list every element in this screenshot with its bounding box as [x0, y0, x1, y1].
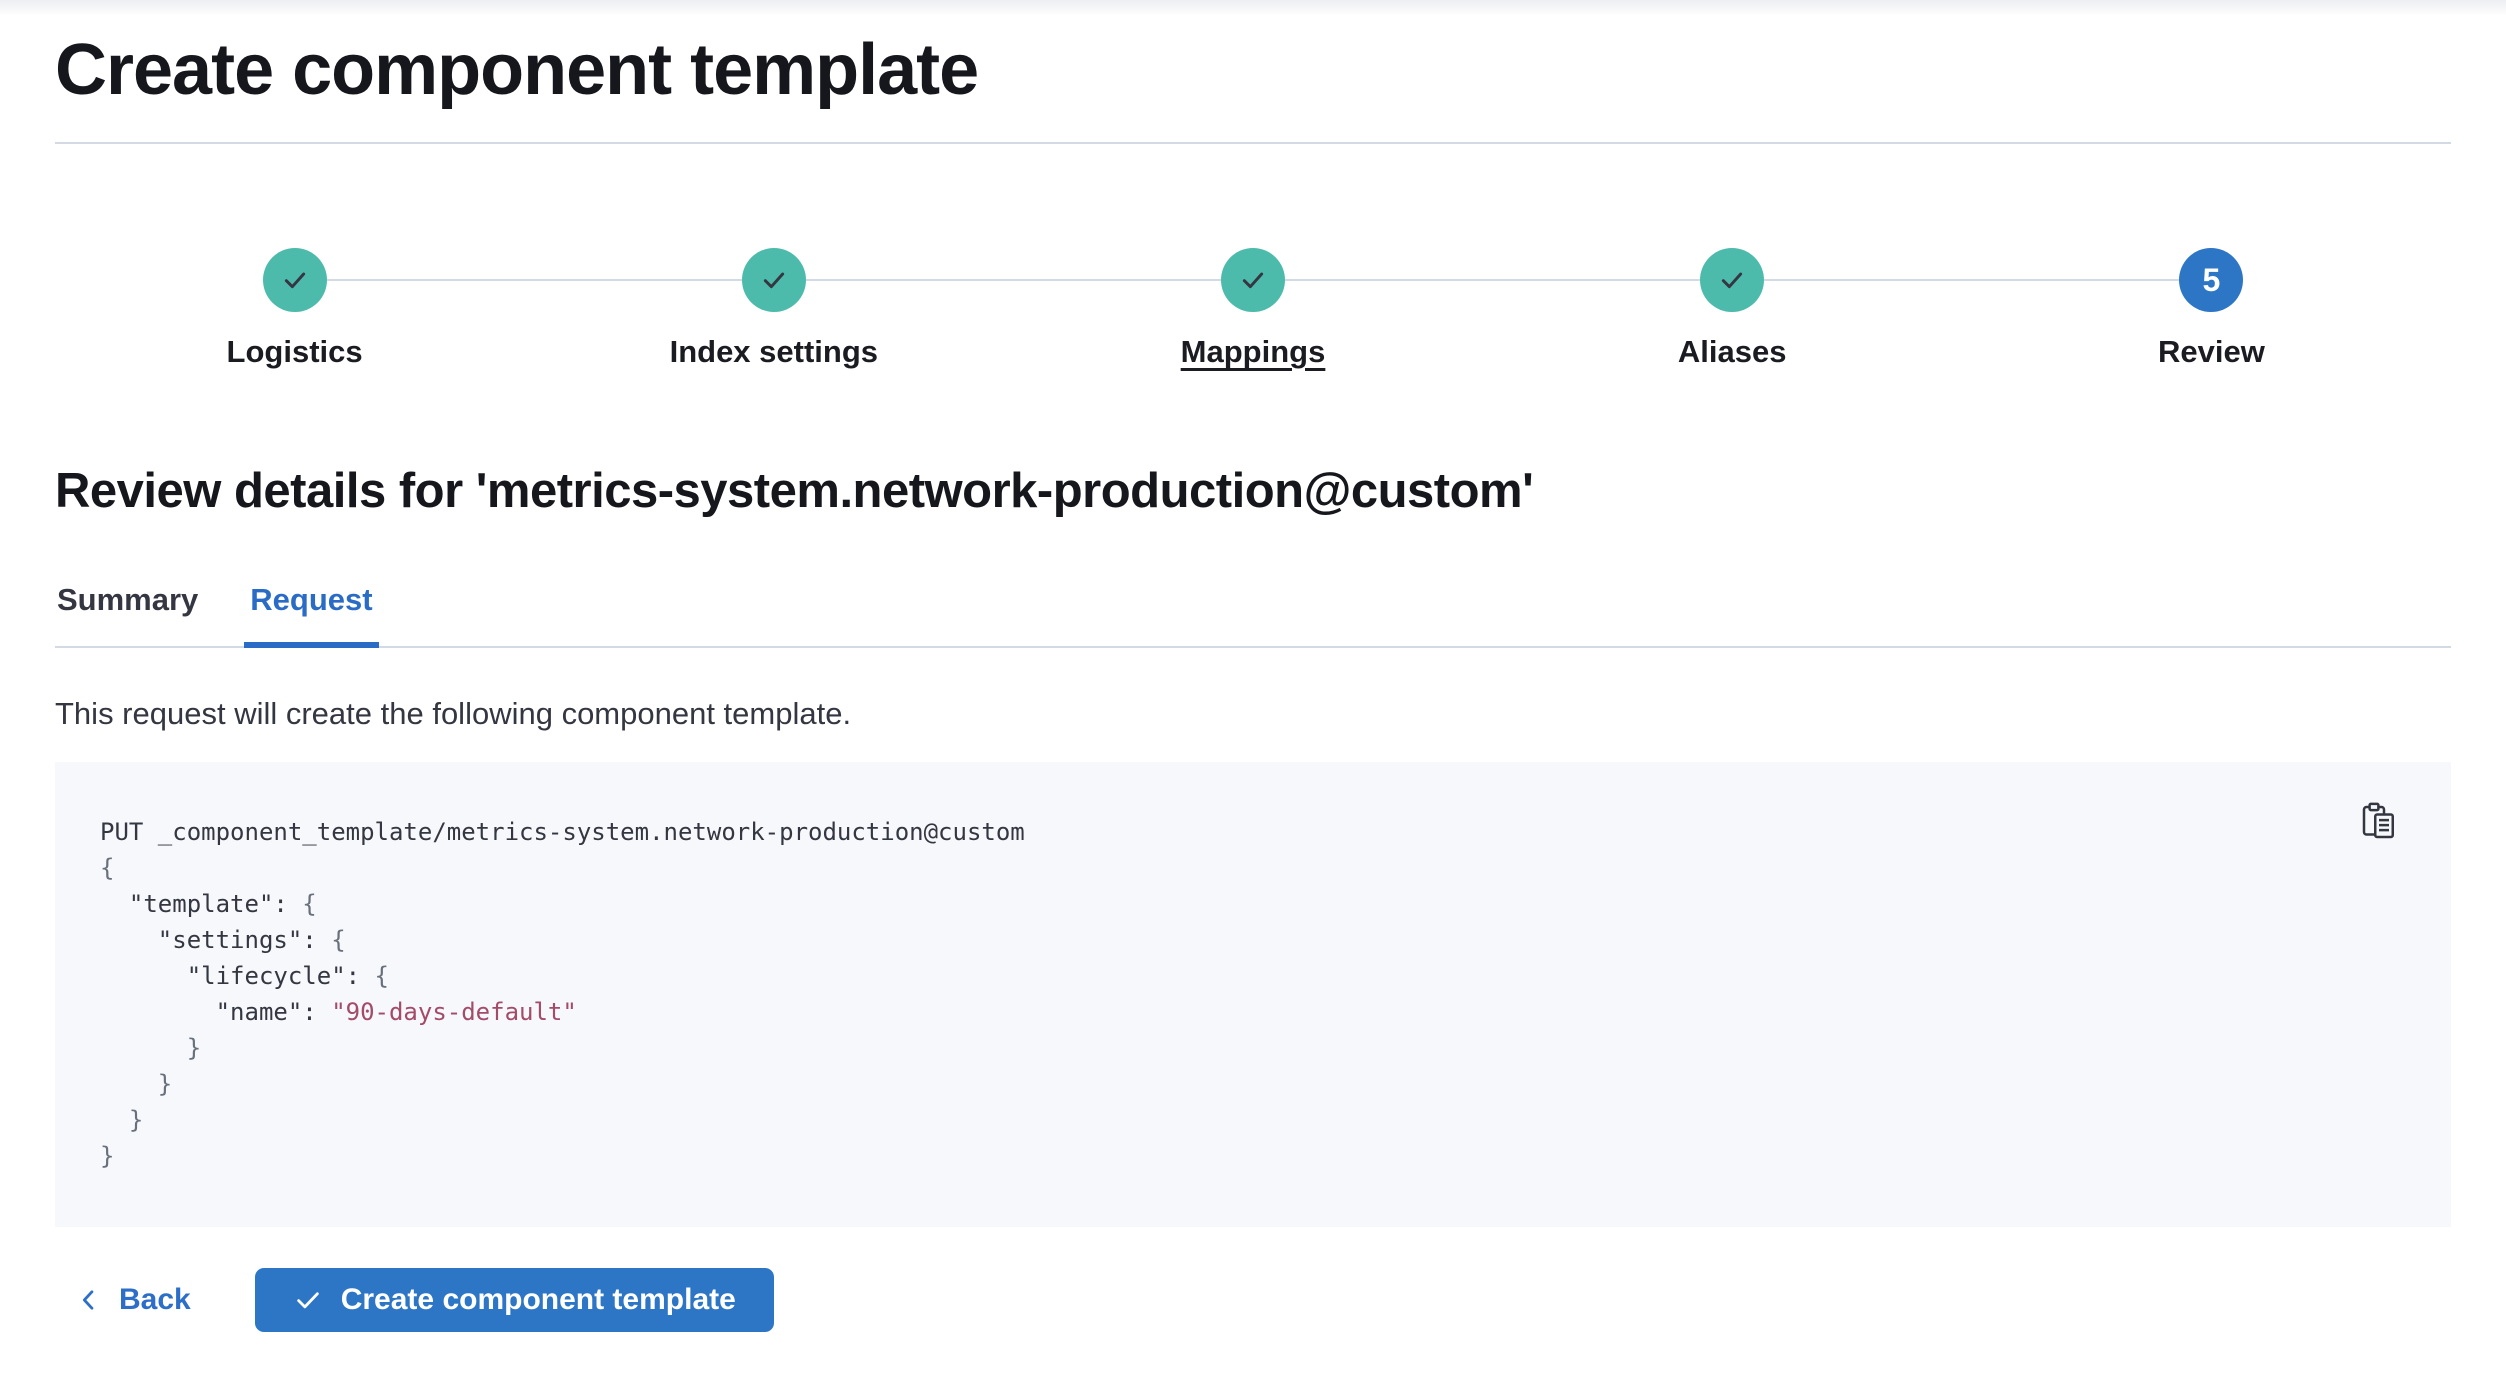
code-line: "lifecycle": { — [100, 958, 2331, 994]
request-description: This request will create the following c… — [55, 694, 2451, 734]
code-line: } — [100, 1030, 2331, 1066]
check-icon — [293, 1285, 323, 1315]
code-line: } — [100, 1102, 2331, 1138]
step-review[interactable]: 5 Review — [1972, 248, 2451, 370]
code-line: "template": { — [100, 886, 2331, 922]
step-complete-circle — [1221, 248, 1285, 312]
code-line: { — [100, 850, 2331, 886]
code-line: "settings": { — [100, 922, 2331, 958]
title-divider — [55, 142, 2451, 144]
code-line: "name": "90-days-default" — [100, 994, 2331, 1030]
back-label: Back — [119, 1283, 191, 1317]
step-label: Mappings — [1181, 334, 1326, 370]
step-label: Review — [2158, 334, 2265, 370]
check-icon — [1716, 264, 1748, 296]
page-title: Create component template — [55, 0, 2451, 110]
code-line: PUT _component_template/metrics-system.n… — [100, 814, 2331, 850]
review-tabs: Summary Request — [55, 582, 2451, 648]
code-line: } — [100, 1066, 2331, 1102]
request-code-block: PUT _component_template/metrics-system.n… — [55, 762, 2451, 1227]
create-button-label: Create component template — [341, 1283, 736, 1317]
step-label: Index settings — [670, 334, 878, 370]
back-button[interactable]: Back — [75, 1283, 191, 1317]
step-complete-circle — [1700, 248, 1764, 312]
step-label: Logistics — [227, 334, 363, 370]
copy-clipboard-icon — [2359, 802, 2399, 842]
step-complete-circle — [263, 248, 327, 312]
create-component-template-button[interactable]: Create component template — [255, 1268, 774, 1332]
step-current-circle: 5 — [2179, 248, 2243, 312]
step-number: 5 — [2203, 262, 2221, 299]
wizard-footer: Back Create component template — [55, 1268, 2451, 1332]
check-icon — [758, 264, 790, 296]
check-icon — [279, 264, 311, 296]
step-aliases[interactable]: Aliases — [1493, 248, 1972, 370]
review-details-heading: Review details for 'metrics-system.netwo… — [55, 462, 2451, 520]
tab-request[interactable]: Request — [248, 582, 374, 646]
copy-button[interactable] — [2355, 798, 2403, 846]
code-lines: PUT _component_template/metrics-system.n… — [100, 814, 2331, 1174]
step-complete-circle — [742, 248, 806, 312]
step-label: Aliases — [1678, 334, 1787, 370]
step-index-settings[interactable]: Index settings — [534, 248, 1013, 370]
check-icon — [1237, 264, 1269, 296]
horizontal-stepper: Logistics Index settings Mappings Aliase… — [55, 248, 2451, 370]
chevron-left-icon — [75, 1286, 103, 1314]
create-component-template-page: Create component template Logistics Inde… — [0, 0, 2506, 1332]
tab-summary[interactable]: Summary — [55, 582, 200, 646]
step-mappings[interactable]: Mappings — [1013, 248, 1492, 370]
step-logistics[interactable]: Logistics — [55, 248, 534, 370]
code-line: } — [100, 1138, 2331, 1174]
